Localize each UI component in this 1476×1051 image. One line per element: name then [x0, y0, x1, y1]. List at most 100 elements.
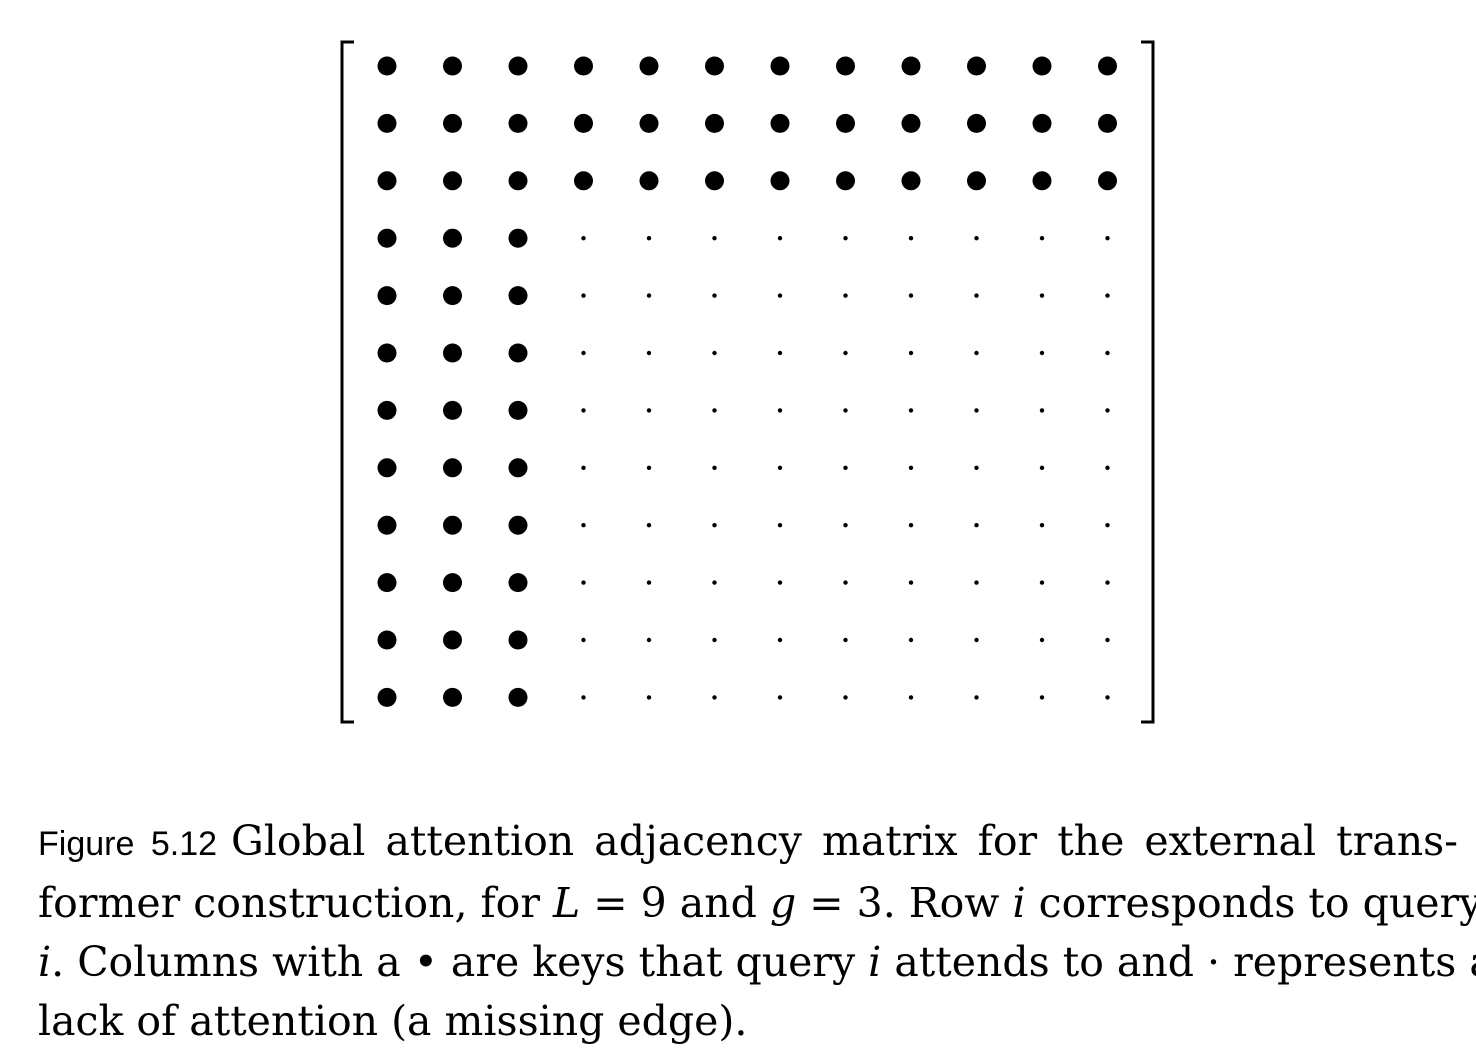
- attended-cell-dot: [443, 113, 462, 133]
- matrix-cells: [377, 56, 1117, 707]
- attended-cell-dot: [1032, 113, 1052, 133]
- attended-cell-dot: [443, 228, 462, 248]
- attended-cell-dot: [377, 687, 397, 707]
- missing-cell-dot: [777, 695, 783, 700]
- attended-cell-dot: [705, 113, 724, 133]
- missing-cell-dot: [581, 350, 586, 356]
- attended-cell-dot: [770, 113, 790, 133]
- missing-cell-dot: [1105, 523, 1110, 528]
- missing-cell-dot: [646, 580, 652, 585]
- attended-cell-dot: [508, 458, 528, 478]
- missing-cell-dot: [974, 465, 979, 470]
- missing-cell-dot: [1039, 637, 1045, 643]
- missing-cell-dot: [843, 637, 848, 643]
- attended-cell-dot: [705, 56, 724, 76]
- missing-cell-dot: [974, 350, 979, 356]
- missing-cell-dot: [908, 293, 914, 298]
- attended-cell-dot: [1032, 171, 1052, 191]
- missing-cell-dot: [908, 637, 914, 643]
- caption-line-2: former construction, for L = 9 and g = 3…: [38, 879, 1476, 927]
- missing-cell-dot: [843, 350, 848, 356]
- missing-cell-dot: [712, 408, 717, 413]
- attended-cell-dot: [574, 171, 593, 191]
- missing-cell-dot: [908, 236, 914, 241]
- attended-cell-dot: [377, 630, 397, 650]
- attended-cell-dot: [1098, 171, 1117, 191]
- missing-cell-dot: [1039, 465, 1045, 470]
- missing-cell-dot: [1039, 408, 1045, 413]
- missing-cell-dot: [581, 236, 586, 241]
- missing-cell-dot: [843, 236, 848, 241]
- missing-cell-dot: [1105, 293, 1110, 298]
- attended-cell-dot: [443, 687, 462, 707]
- missing-cell-dot: [646, 350, 652, 356]
- missing-cell-dot: [843, 695, 848, 700]
- missing-cell-dot: [1039, 293, 1045, 298]
- missing-cell-dot: [581, 465, 586, 470]
- attended-cell-dot: [443, 573, 462, 593]
- missing-cell-dot: [974, 408, 979, 413]
- missing-cell-dot: [843, 523, 848, 528]
- missing-cell-dot: [712, 293, 717, 298]
- missing-cell-dot: [777, 523, 783, 528]
- attended-cell-dot: [508, 113, 528, 133]
- attended-cell-dot: [377, 171, 397, 191]
- figure-label: Figure 5.12: [38, 825, 218, 863]
- attended-cell-dot: [377, 573, 397, 593]
- attended-cell-dot: [508, 343, 528, 363]
- attended-cell-dot: [1032, 56, 1052, 76]
- missing-cell-dot: [581, 293, 586, 298]
- attended-cell-dot: [508, 400, 528, 420]
- missing-cell-dot: [646, 236, 652, 241]
- missing-cell-dot: [646, 637, 652, 643]
- attended-cell-dot: [836, 171, 855, 191]
- attended-cell-dot: [639, 56, 659, 76]
- missing-cell-dot: [843, 580, 848, 585]
- caption-line-3: i. Columns with a • are keys that query …: [38, 938, 1476, 986]
- missing-cell-dot: [908, 350, 914, 356]
- attended-cell-dot: [967, 56, 986, 76]
- missing-cell-dot: [1105, 465, 1110, 470]
- math-i: i: [1012, 879, 1026, 927]
- math-i: i: [868, 938, 882, 986]
- attended-cell-dot: [639, 113, 659, 133]
- missing-cell-dot: [843, 408, 848, 413]
- missing-cell-dot: [1039, 236, 1045, 241]
- missing-cell-dot: [1039, 523, 1045, 528]
- right-bracket: [1141, 40, 1155, 724]
- missing-cell-dot: [777, 408, 783, 413]
- missing-cell-dot: [1105, 408, 1110, 413]
- attended-cell-dot: [901, 171, 921, 191]
- attended-cell-dot: [443, 400, 462, 420]
- missing-cell-dot: [581, 637, 586, 643]
- missing-cell-dot: [777, 580, 783, 585]
- missing-cell-dot: [843, 293, 848, 298]
- attended-cell-dot: [508, 171, 528, 191]
- attended-cell-dot: [443, 171, 462, 191]
- attention-matrix: [340, 40, 1155, 724]
- attended-cell-dot: [443, 515, 462, 535]
- missing-cell-dot: [581, 408, 586, 413]
- missing-cell-dot: [581, 580, 586, 585]
- attended-cell-dot: [443, 630, 462, 650]
- attended-cell-dot: [377, 400, 397, 420]
- missing-cell-dot: [908, 523, 914, 528]
- attended-cell-dot: [508, 687, 528, 707]
- missing-cell-dot: [974, 293, 979, 298]
- missing-cell-dot: [777, 293, 783, 298]
- missing-cell-dot: [974, 523, 979, 528]
- missing-cell-dot: [1105, 637, 1110, 643]
- attended-cell-dot: [377, 286, 397, 306]
- missing-cell-dot: [1105, 695, 1110, 700]
- missing-cell-dot: [1039, 695, 1045, 700]
- attended-cell-dot: [770, 171, 790, 191]
- attended-cell-dot: [377, 515, 397, 535]
- math-g: g: [769, 879, 797, 927]
- attended-cell-dot: [508, 286, 528, 306]
- missing-cell-dot: [712, 236, 717, 241]
- attended-cell-dot: [377, 458, 397, 478]
- missing-cell-dot: [646, 293, 652, 298]
- attended-cell-dot: [574, 56, 593, 76]
- attended-cell-dot: [901, 56, 921, 76]
- missing-cell-dot: [646, 408, 652, 413]
